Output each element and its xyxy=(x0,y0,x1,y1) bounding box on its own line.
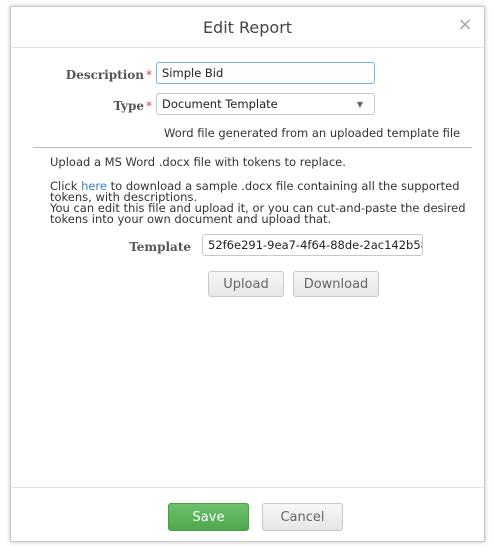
chevron-down-icon: ▼ xyxy=(356,99,363,109)
type-select-value: Document Template xyxy=(162,97,278,111)
type-select[interactable]: Document Template ▼ xyxy=(156,93,375,115)
divider xyxy=(33,147,472,148)
type-hint: Word file generated from an uploaded tem… xyxy=(164,126,461,140)
description-row: Description * xyxy=(11,62,375,84)
upload-button[interactable]: Upload xyxy=(208,271,284,297)
dialog-title: Edit Report xyxy=(202,17,293,37)
description-input[interactable] xyxy=(156,62,375,84)
template-row: Template 52f6e291-9ea7-4f64-88de-2ac142b… xyxy=(11,234,423,256)
template-label: Template xyxy=(129,239,191,254)
cancel-button[interactable]: Cancel xyxy=(262,503,343,531)
upload-instructions: Upload a MS Word .docx file with tokens … xyxy=(50,155,346,169)
template-input[interactable]: 52f6e291-9ea7-4f64-88de-2ac142b58 xyxy=(202,234,423,256)
sample-instructions: Click here to download a sample .docx fi… xyxy=(50,179,466,226)
type-row: Type * Document Template ▼ xyxy=(11,93,375,115)
dialog-titlebar: Edit Report × xyxy=(11,7,484,48)
download-button[interactable]: Download xyxy=(293,271,379,297)
required-marker: * xyxy=(146,98,152,113)
template-value: 52f6e291-9ea7-4f64-88de-2ac142b58 xyxy=(208,238,423,252)
footer-divider xyxy=(11,487,484,488)
required-marker: * xyxy=(146,67,152,82)
description-label: Description xyxy=(65,67,144,82)
save-button[interactable]: Save xyxy=(168,503,249,531)
edit-report-dialog: Edit Report × Description* Type* Documen… xyxy=(10,6,485,542)
close-icon[interactable]: × xyxy=(456,16,474,34)
type-label: Type xyxy=(113,98,144,113)
